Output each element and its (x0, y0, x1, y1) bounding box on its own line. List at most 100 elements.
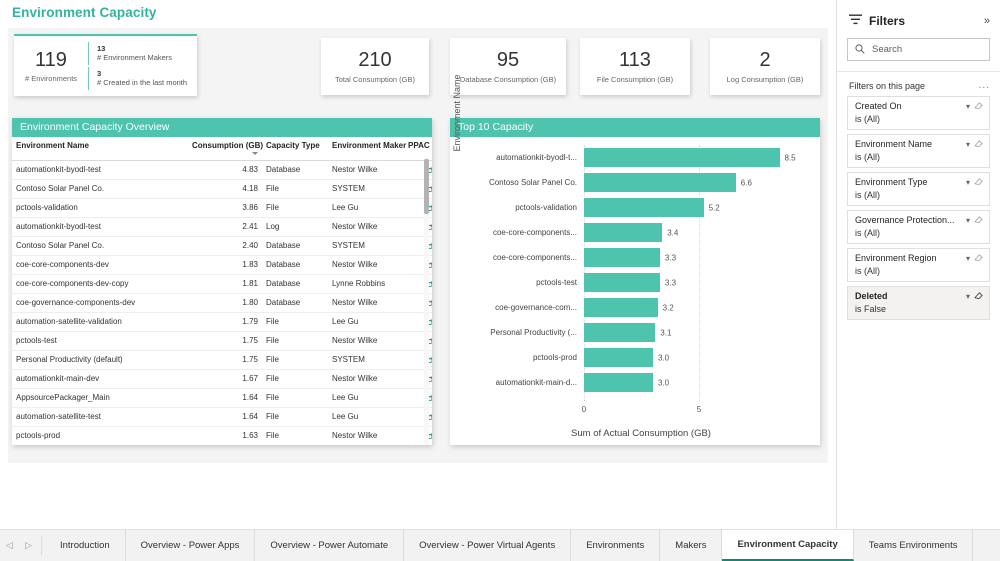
bar-row[interactable]: automationkit-byodl-t... 8.5 (468, 145, 814, 170)
bar-row[interactable]: pctools-validation 5.2 (468, 195, 814, 220)
cell-capacity-type: File (262, 407, 328, 427)
table-row[interactable]: pctools-validation 3.86 File Lee Gu (12, 198, 432, 218)
page-tab[interactable]: Overview - Power Apps (126, 530, 256, 561)
clear-filter-icon[interactable] (974, 101, 983, 113)
chevron-down-icon[interactable]: ▾ (966, 215, 970, 226)
chevron-down-icon[interactable]: ▾ (966, 291, 970, 302)
kpi-label-database-consumption: Database Consumption (GB) (459, 75, 557, 84)
chevron-down-icon[interactable]: ▾ (966, 139, 970, 150)
column-header-environment-maker[interactable]: Environment Maker (328, 137, 406, 161)
double-chevron-right-icon[interactable]: » (984, 15, 990, 27)
bar[interactable] (584, 223, 663, 242)
clear-filter-icon[interactable] (974, 177, 983, 189)
bar-row[interactable]: Personal Productivity (... 3.1 (468, 320, 814, 345)
bar-row[interactable]: pctools-prod 3.0 (468, 345, 814, 370)
filter-card[interactable]: Environment Type ▾ is (All) (847, 172, 990, 206)
kpi-card-environments[interactable]: 119 # Environments 13 # Environment Make… (14, 34, 197, 96)
table-row[interactable]: coe-core-components-dev-copy 1.81 Database… (12, 274, 432, 294)
bar-row[interactable]: coe-core-components... 3.3 (468, 245, 814, 270)
cell-capacity-type: File (262, 312, 328, 332)
cell-environment-maker: Nestor Wilke (328, 331, 404, 351)
filter-card[interactable]: Created On ▾ is (All) (847, 96, 990, 130)
table-row[interactable]: automationkit-byodl-test 4.83 Database Nest… (12, 160, 432, 180)
bar-category-label: pctools-validation (515, 203, 577, 212)
bar[interactable] (584, 373, 653, 392)
column-header-environment-name[interactable]: Environment Name (12, 137, 188, 161)
clear-filter-icon[interactable] (974, 215, 983, 227)
more-options-icon[interactable]: ... (979, 80, 990, 91)
table-row[interactable]: automationkit-byodl-test 2.41 Log Nestor Wi… (12, 217, 432, 237)
kpi-card-log-consumption[interactable]: 2 Log Consumption (GB) (710, 38, 820, 95)
chevron-down-icon[interactable]: ▾ (966, 177, 970, 188)
page-tab[interactable]: Overview - Power Automate (255, 530, 405, 561)
kpi-card-file-consumption[interactable]: 113 File Consumption (GB) (580, 38, 690, 95)
bar[interactable] (584, 348, 653, 367)
bar-row[interactable]: coe-governance-com... 3.2 (468, 295, 814, 320)
bar-track: 8.5 (584, 145, 814, 170)
bar-data-label: 3.4 (667, 228, 679, 237)
table-row[interactable]: automationkit-main-dev 1.67 File Nestor Wil… (12, 369, 432, 389)
bar[interactable] (584, 273, 660, 292)
bar-row[interactable]: pctools-test 3.3 (468, 270, 814, 295)
chevron-down-icon[interactable]: ▾ (966, 101, 970, 112)
bar[interactable] (584, 323, 656, 342)
bar[interactable] (584, 173, 736, 192)
eraser-icon-svg (974, 140, 983, 148)
chevron-left-icon[interactable]: ◁ (0, 530, 19, 561)
chevron-down-icon[interactable]: ▾ (966, 253, 970, 264)
table-row[interactable]: AppsourcePackager_Main 1.64 File Lee Gu (12, 388, 432, 408)
kpi-card-total-consumption[interactable]: 210 Total Consumption (GB) (321, 38, 429, 95)
table-scrollbar-thumb[interactable] (424, 159, 429, 214)
table-row[interactable]: coe-core-components-dev 1.83 Database Nesto… (12, 255, 432, 275)
clear-filter-icon[interactable] (974, 291, 983, 303)
page-tab[interactable]: Environments (571, 530, 661, 561)
chevron-right-icon[interactable]: ▷ (19, 530, 38, 561)
filters-title: Filters (869, 14, 906, 28)
search-input[interactable]: Search (847, 38, 990, 61)
cell-environment-maker: Lee Gu (328, 388, 404, 408)
table-row[interactable]: Contoso Solar Panel Co. 2.40 Database SYSTE… (12, 236, 432, 256)
table-row[interactable]: pctools-prod 1.63 File Nestor Wilke (12, 426, 432, 445)
column-header-capacity-type[interactable]: Capacity Type (262, 137, 328, 161)
kpi-card-database-consumption[interactable]: 95 Database Consumption (GB) (450, 38, 566, 95)
bar-category-label: coe-core-components... (492, 253, 577, 262)
table-row[interactable]: automation-satellite-test 1.64 File Lee Gu (12, 407, 432, 427)
cell-environment-name: automationkit-byodl-test (12, 160, 188, 180)
chart-plot: automationkit-byodl-t... 8.5 Contoso Solar… (468, 145, 814, 401)
table-scroll-area[interactable]: Environment Name Consumption (GB) Capaci… (12, 137, 432, 445)
kpi-value-makers: 13 (97, 43, 106, 53)
cell-environment-maker: Nestor Wilke (328, 426, 404, 445)
page-tab[interactable]: Introduction (45, 530, 126, 561)
filter-card[interactable]: Governance Protection... ▾ is (All) (847, 210, 990, 244)
kpi-value-total-consumption: 210 (358, 49, 392, 71)
kpi-value-file-consumption: 113 (619, 49, 651, 71)
cell-environment-name: pctools-prod (12, 426, 188, 445)
bar-row[interactable]: coe-core-components... 3.4 (468, 220, 814, 245)
bar-data-label: 3.0 (658, 353, 670, 362)
page-tab[interactable]: Teams Environments (854, 530, 974, 561)
page-tab[interactable]: Environment Capacity (722, 530, 854, 561)
filters-on-this-page-row: Filters on this page ... (837, 80, 1000, 96)
table-row[interactable]: automation-satellite-validation 1.79 File L… (12, 312, 432, 332)
bar[interactable] (584, 248, 660, 267)
page-tab[interactable]: Makers (660, 530, 723, 561)
clear-filter-icon[interactable] (974, 253, 983, 265)
page-tab[interactable]: Overview - Power Virtual Agents (404, 530, 572, 561)
filter-card[interactable]: Deleted ▾ is False (847, 286, 990, 320)
filter-field-name: Environment Region (855, 253, 937, 263)
column-header-ppac[interactable]: PPAC (Capacity) (404, 137, 432, 161)
bar[interactable] (584, 148, 780, 167)
filter-card[interactable]: Environment Region ▾ is (All) (847, 248, 990, 282)
bar-row[interactable]: Contoso Solar Panel Co. 6.6 (468, 170, 814, 195)
table-row[interactable]: Personal Productivity (default) 1.75 File S… (12, 350, 432, 370)
bar-data-label: 5.2 (708, 203, 720, 212)
bar[interactable] (584, 198, 704, 217)
clear-filter-icon[interactable] (974, 139, 983, 151)
table-row[interactable]: pctools-test 1.75 File Nestor Wilke (12, 331, 432, 351)
filter-card[interactable]: Environment Name ▾ is (All) (847, 134, 990, 168)
column-header-consumption[interactable]: Consumption (GB) (188, 137, 263, 161)
table-row[interactable]: Contoso Solar Panel Co. 4.18 File SYSTEM (12, 179, 432, 199)
table-row[interactable]: coe-governance-components-dev 1.80 Databas… (12, 293, 432, 313)
bar[interactable] (584, 298, 658, 317)
bar-row[interactable]: automationkit-main-d... 3.0 (468, 370, 814, 395)
